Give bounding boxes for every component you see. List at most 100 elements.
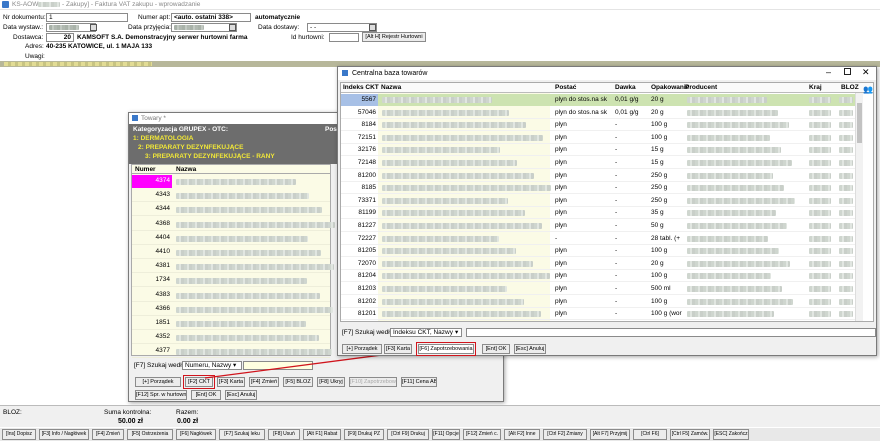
column-header[interactable]: Nazwa — [381, 84, 401, 91]
fkey-button[interactable]: [Ctrl F9] Drukuj — [387, 429, 429, 440]
column-header[interactable]: Indeks CKT — [343, 84, 379, 91]
data-dost-field[interactable]: - - — [307, 23, 377, 32]
towary-grid[interactable]: Numer Nazwa 4374 4343 4344 4368 4404 4410 4381… — [131, 164, 335, 359]
column-header[interactable]: Kraj — [809, 84, 822, 91]
table-row[interactable]: 57046 plyn do stos.na sk 0,01 g/g 20 g — [341, 107, 855, 119]
row-index: 81201 — [357, 310, 376, 318]
table-row[interactable]: 4404 — [132, 232, 330, 245]
fkey-button[interactable]: [F11] Opcje — [432, 429, 460, 440]
ckt-side-icon[interactable]: 👥 — [863, 85, 873, 94]
fkey-button[interactable]: [F12] Zmień c. — [463, 429, 501, 440]
table-row[interactable]: 81227 plyn - 50 g — [341, 220, 855, 232]
nr-dokumentu-field[interactable]: 1 — [46, 13, 128, 22]
table-row[interactable]: 81205 plyn - 100 g — [341, 245, 855, 258]
id-hurtowni-field[interactable] — [329, 33, 359, 42]
fkey-button[interactable]: [F6] Nagłówek — [176, 429, 216, 440]
table-row[interactable]: 72070 plyn - 20 g — [341, 258, 855, 270]
blurred-bloz — [839, 235, 853, 242]
column-header[interactable]: Producent — [685, 84, 717, 91]
table-row[interactable]: 4374 — [132, 175, 330, 188]
maximize-icon[interactable] — [844, 68, 851, 75]
fkey-button[interactable]: [F3] Info / Nagłówek — [39, 429, 89, 440]
fkey-button[interactable]: [Ctrl F5] Zamów. — [670, 429, 710, 440]
blurred-producer — [687, 109, 778, 116]
row-dawka: - — [615, 121, 618, 129]
table-row[interactable]: 4344 — [132, 203, 330, 217]
table-row[interactable]: 81200 plyn - 250 g — [341, 170, 855, 182]
blurred-bloz — [839, 172, 853, 179]
table-row[interactable]: 4381 — [132, 260, 334, 274]
calendar-icon[interactable] — [90, 24, 97, 31]
towary-button[interactable]: [+] Porządek — [135, 377, 181, 387]
data-wyst-field[interactable] — [46, 23, 96, 32]
table-row[interactable]: 72151 plyn - 100 g — [341, 132, 855, 144]
fkey-button[interactable]: [ESC] Zakończ — [713, 429, 749, 440]
ckt-button[interactable]: [F3] Karta — [384, 344, 412, 354]
table-row[interactable]: 81203 plyn - 500 ml — [341, 283, 855, 295]
table-row[interactable]: 81202 plyn - 100 g — [341, 296, 855, 308]
fkey-button[interactable]: [F4] Zmień — [92, 429, 124, 440]
ckt-search-input[interactable] — [466, 328, 876, 337]
fkey-button[interactable]: [F7] Szukaj leku — [219, 429, 265, 440]
column-header[interactable]: BLOZ — [841, 84, 859, 91]
table-row[interactable]: 8185 plyn - 250 g — [341, 182, 855, 195]
row-postac: plyn — [555, 297, 567, 305]
table-row[interactable]: 81201 plyn - 100 g (wor — [341, 308, 855, 321]
row-numer: 1851 — [155, 319, 170, 326]
table-row[interactable]: 73371 plyn - 250 g — [341, 195, 855, 207]
ckt-button[interactable]: [Esc] Anuluj — [514, 344, 546, 354]
table-row[interactable]: 4366 — [132, 303, 333, 316]
fkey-button[interactable]: [Alt F7] Przyjmij — [590, 429, 630, 440]
dostawca-nr-field[interactable]: 20 — [46, 33, 74, 42]
table-row[interactable]: 8184 plyn - 100 g — [341, 119, 855, 132]
ckt-button[interactable]: [+] Porządek — [342, 344, 382, 354]
category-level-1: 1: DERMATOLOGIA — [133, 135, 194, 142]
fkey-button[interactable]: [F9] Drukuj PZ — [344, 429, 384, 440]
nr-apt-field[interactable]: <auto. ostatni 338> — [171, 13, 251, 22]
row-dawka: - — [615, 209, 618, 217]
table-row[interactable]: 1734 — [132, 274, 330, 288]
table-row[interactable]: 5567 plyn do stos.na sk 0,01 g/g 20 g — [341, 94, 855, 106]
chevron-down-icon[interactable]: ▾ — [455, 328, 458, 336]
column-header[interactable]: Opakowanie — [651, 84, 689, 91]
rejestr-hurtowni-button[interactable]: [Alt H] Rejestr Hurtowni — [362, 32, 426, 42]
table-row[interactable]: 81204 plyn - 100 g — [341, 270, 855, 283]
calendar-icon[interactable] — [369, 24, 376, 31]
table-row[interactable]: 1851 — [132, 317, 330, 330]
calendar-icon[interactable] — [229, 24, 236, 31]
fkey-button[interactable]: [Ins] Dopisz — [2, 429, 36, 440]
table-row[interactable]: 32176 plyn - 15 g — [341, 144, 855, 157]
column-header[interactable]: Dawka — [615, 84, 636, 91]
ckt-button[interactable]: [Ent] OK — [482, 344, 510, 354]
close-icon[interactable]: ✕ — [862, 67, 870, 78]
towary-button[interactable]: [Esc] Anuluj — [225, 390, 257, 400]
ckt-grid[interactable]: Indeks CKT Nazwa Postać Dawka Opakowanie Prod… — [340, 82, 874, 322]
table-row[interactable]: 4410 — [132, 246, 330, 259]
minimize-icon[interactable]: – — [826, 67, 831, 77]
row-index: 57046 — [357, 108, 376, 116]
row-dawka: - — [615, 171, 618, 179]
row-dawka: - — [615, 310, 618, 318]
table-row[interactable]: 4368 — [132, 218, 335, 231]
fkey-button[interactable]: [Ctrl F2] Zmiany — [543, 429, 587, 440]
data-przyj-field[interactable] — [171, 23, 237, 32]
fkey-button[interactable]: [Alt F1] Rabat — [303, 429, 341, 440]
table-row[interactable]: 4383 — [132, 289, 330, 302]
table-row[interactable]: 72227 - - 28 tabl. (+ — [341, 233, 855, 245]
table-row[interactable]: 72148 plyn - 15 g — [341, 157, 855, 169]
table-row[interactable]: 81199 plyn - 35 g — [341, 207, 855, 220]
towary-button[interactable]: [Ent] OK — [191, 390, 221, 400]
column-header[interactable]: Postać — [555, 84, 576, 91]
fkey-button[interactable]: [Ctrl F6] — [633, 429, 667, 440]
fkey-button[interactable]: [F5] Ostrzeżenia — [127, 429, 173, 440]
row-dawka: - — [615, 159, 618, 166]
row-dawka: 0,01 g/g — [615, 108, 639, 116]
ckt-search-mode-select[interactable]: Indeksu CKT, Nazwy — [390, 328, 462, 337]
fkey-button[interactable]: [F8] Usuń — [268, 429, 300, 440]
towary-button[interactable]: [F12] Spr. w hurtowni — [135, 390, 187, 400]
grid-header-line — [132, 173, 330, 174]
vertical-scrollbar[interactable] — [855, 93, 863, 321]
fkey-button[interactable]: [Alt F2] Inne — [504, 429, 540, 440]
scrollbar-thumb[interactable] — [857, 103, 862, 143]
table-row[interactable]: 4343 — [132, 189, 330, 203]
